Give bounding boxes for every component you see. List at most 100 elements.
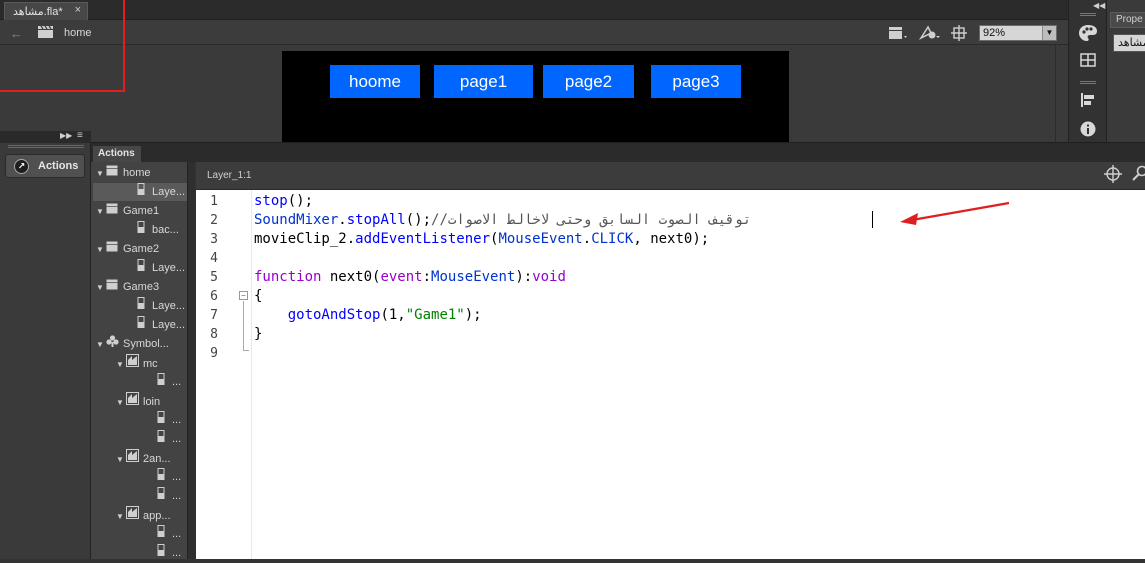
code-line-7[interactable]: gotoAndStop(1,"Game1");: [254, 306, 482, 325]
insert-target-icon[interactable]: [1103, 165, 1123, 185]
align-icon[interactable]: [1078, 92, 1098, 112]
tree-item[interactable]: ...: [154, 411, 181, 430]
stage-button-page2[interactable]: page2: [543, 65, 634, 98]
chevron-down-icon[interactable]: ▼: [1042, 26, 1056, 40]
text-caret: [872, 211, 873, 228]
chevron-down-icon[interactable]: ▼: [96, 164, 105, 183]
layer-icon: [154, 468, 168, 487]
color-palette-icon[interactable]: [1078, 24, 1098, 44]
movieclip-icon: [125, 392, 139, 412]
chevron-down-icon[interactable]: ▼: [116, 355, 125, 374]
zoom-select[interactable]: 92% ▼: [979, 25, 1057, 41]
left-dock: [0, 131, 91, 559]
code-token: gotoAndStop: [288, 307, 381, 323]
chevron-down-icon[interactable]: ▼: [96, 240, 105, 259]
tree-item[interactable]: ...: [154, 487, 181, 506]
code-token: ();: [288, 193, 313, 209]
line-number: 9: [196, 344, 218, 363]
code-token: stop: [254, 193, 288, 209]
stage-vertical-scrollbar[interactable]: [1055, 45, 1068, 142]
movieclip-icon: [125, 449, 139, 469]
layer-icon: [134, 259, 148, 278]
tab-actions[interactable]: Actions: [93, 146, 141, 162]
code-token: stopAll: [347, 212, 406, 228]
grip-icon[interactable]: [1080, 13, 1096, 16]
left-dock-header: ▶▶ ≡: [0, 131, 91, 143]
tree-item[interactable]: Laye...: [134, 259, 185, 278]
info-icon[interactable]: [1078, 121, 1098, 141]
edit-scene-icon[interactable]: [888, 26, 908, 43]
code-token: ();: [406, 212, 431, 228]
stage-button-page1[interactable]: page1: [434, 65, 533, 98]
tree-item-label: mc: [143, 358, 158, 370]
tree-item[interactable]: ...: [154, 525, 181, 544]
tree-item[interactable]: ▼2an...: [116, 449, 171, 468]
tree-item[interactable]: ▼Symbol...: [96, 335, 169, 354]
layer-icon: [154, 544, 168, 563]
tree-item[interactable]: Laye...: [134, 297, 185, 316]
code-token: MouseEvent: [431, 269, 515, 285]
chevron-down-icon[interactable]: ▼: [96, 202, 105, 221]
actions-icon: ↗: [14, 159, 29, 174]
tree-item[interactable]: ▼ mc: [116, 354, 158, 373]
chevron-down-icon[interactable]: ▼: [116, 507, 125, 526]
tree-item[interactable]: bac...: [134, 221, 179, 240]
code-token: function: [254, 269, 321, 285]
search-icon[interactable]: [1130, 165, 1145, 185]
tree-item[interactable]: ...: [154, 373, 181, 392]
tree-item-label: ...: [172, 414, 181, 426]
tree-item-label: Game2: [123, 243, 159, 255]
tree-item-label: ...: [172, 433, 181, 445]
properties-name-field[interactable]: مشاهد: [1113, 34, 1145, 52]
layer-icon: [134, 297, 148, 316]
grip-icon[interactable]: [1080, 81, 1096, 84]
fold-guide: [243, 301, 244, 351]
annotation-arrow-icon: [898, 200, 1012, 229]
actions-tab-bar: [91, 142, 1145, 162]
code-line-3[interactable]: movieClip_2.addEventListener(MouseEvent.…: [254, 230, 709, 249]
align-grid-icon[interactable]: [1078, 53, 1098, 73]
tree-item[interactable]: ▼Game3: [96, 278, 159, 297]
actions-button-label: Actions: [38, 160, 78, 172]
code-line-8[interactable]: }: [254, 325, 262, 344]
tree-item[interactable]: ▼ app...: [116, 506, 171, 525]
collapse-icon[interactable]: ◀◀: [1093, 1, 1105, 10]
layer-icon: [134, 221, 148, 240]
code-line-1[interactable]: stop();: [254, 192, 313, 211]
tree-item[interactable]: ▼loin: [116, 392, 160, 411]
edit-symbols-icon[interactable]: [919, 25, 941, 44]
actions-panel-button[interactable]: ↗ Actions: [5, 154, 85, 178]
code-token: [254, 307, 288, 323]
expand-icon[interactable]: ▶▶: [60, 131, 72, 140]
code-line-6[interactable]: {: [254, 287, 262, 306]
stage-button-hoome[interactable]: hoome: [330, 65, 420, 98]
code-token: "Game1": [406, 307, 465, 323]
chevron-down-icon[interactable]: ▼: [116, 393, 125, 412]
stage-button-page3[interactable]: page3: [651, 65, 741, 98]
tree-item[interactable]: ▼ Game2: [96, 240, 159, 259]
scene-icon: [105, 240, 119, 259]
fold-toggle-icon[interactable]: −: [239, 291, 248, 300]
code-line-2[interactable]: SoundMixer.stopAll();//توقيف الصوت الساب…: [254, 211, 751, 230]
annotation-rectangle: [0, 0, 125, 92]
line-number: 5: [196, 268, 218, 287]
chevron-down-icon[interactable]: ▼: [116, 450, 125, 469]
grip-icon[interactable]: [8, 145, 84, 148]
code-line-5[interactable]: function next0(event:MouseEvent):void: [254, 268, 566, 287]
tree-item[interactable]: ▼home: [96, 164, 151, 183]
properties-tab[interactable]: Prope: [1110, 12, 1145, 28]
tree-item[interactable]: ...: [154, 544, 181, 563]
document-tab-bar: [0, 0, 1068, 20]
tree-item[interactable]: ...: [154, 468, 181, 487]
center-stage-icon[interactable]: [951, 25, 967, 44]
line-number: 8: [196, 325, 218, 344]
tree-item-label: app...: [143, 510, 171, 522]
tree-item[interactable]: Laye...: [134, 316, 185, 335]
chevron-down-icon[interactable]: ▼: [96, 335, 105, 354]
chevron-down-icon[interactable]: ▼: [96, 278, 105, 297]
tree-item[interactable]: ...: [154, 430, 181, 449]
tree-item[interactable]: Laye...: [134, 183, 185, 202]
tree-scrollbar[interactable]: [188, 162, 195, 559]
panel-menu-icon[interactable]: ≡: [77, 130, 83, 141]
tree-item[interactable]: ▼Game1: [96, 202, 159, 221]
